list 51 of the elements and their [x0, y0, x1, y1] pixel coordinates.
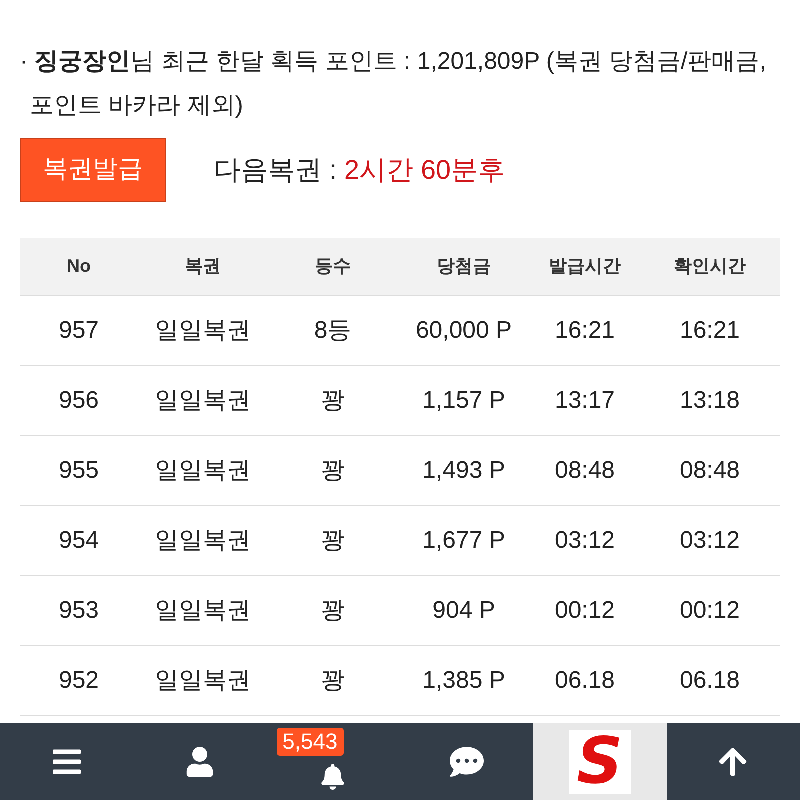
next-lottery-label: 다음복권 : [214, 154, 338, 187]
table-cell-text: 일일복권 [154, 596, 252, 626]
notification-count: 5,543 [276, 728, 344, 756]
table-cell-text: 일일복권 [154, 526, 252, 556]
table-cell-text: 1,385 P [422, 666, 506, 696]
table-cell-text: 꽝 [320, 456, 346, 486]
user-icon [186, 746, 214, 776]
chat-icon [448, 744, 486, 778]
table-cell-text: 952 [58, 666, 100, 696]
table-cell-text: 16:21 [678, 316, 742, 346]
table-cell-text: 06.18 [554, 666, 616, 696]
table-cell-text: 일일복권 [154, 456, 252, 486]
column-header: 복권 [184, 255, 222, 278]
table-cell-text: 일일복권 [154, 316, 252, 346]
column-header: No [66, 255, 92, 278]
table-cell-text: 03:12 [678, 526, 742, 556]
table-cell-text: 꽝 [320, 386, 346, 416]
table-cell-text: 00:12 [678, 596, 742, 626]
next-lottery-time: 2시간 60분후 [344, 154, 506, 187]
table-cell-text: 꽝 [320, 596, 346, 626]
table-cell-text: 꽝 [320, 526, 346, 556]
column-header: 당첨금 [436, 255, 492, 278]
table-cell-text: 06.18 [678, 666, 742, 696]
table-cell-text: 08:48 [678, 456, 742, 486]
table-cell-text: 955 [58, 456, 100, 486]
column-header: 발급시간 [548, 255, 622, 278]
column-header: 등수 [314, 255, 352, 278]
table-cell-text: 00:12 [554, 596, 616, 626]
arrow-up-icon [717, 746, 750, 778]
issue-lottery-button[interactable]: 복권발급 [20, 138, 166, 202]
table-cell-text: 60,000 P [414, 316, 514, 346]
table-cell-text: 954 [58, 526, 100, 556]
table-cell-text: 03:12 [554, 526, 616, 556]
table-cell-text: 꽝 [320, 666, 346, 696]
logo[interactable]: S [568, 730, 631, 794]
table-cell-text: 1,677 P [422, 526, 506, 556]
table-cell-text: 일일복권 [154, 666, 252, 696]
table-cell-text: 13:18 [678, 386, 742, 416]
column-header: 확인시간 [673, 255, 747, 278]
table-cell-text: 957 [58, 316, 100, 346]
table-cell-text: 953 [58, 596, 100, 626]
table-cell-text: 일일복권 [154, 386, 252, 416]
table-cell-text: 13:17 [554, 386, 616, 416]
points-notice: · 징궁장인님 최근 한달 획득 포인트 : 1,201,809P (복권 당첨금/판매금, 포인트 바카라 제외) [20, 47, 768, 121]
table-cell-text: 8등 [313, 316, 353, 346]
table-cell-text: 08:48 [554, 456, 616, 486]
table-cell-text: 16:21 [554, 316, 616, 346]
table-cell-text: 904 P [432, 596, 496, 626]
table-cell-text: 1,493 P [422, 456, 506, 486]
table-cell-text: 956 [58, 386, 100, 416]
table-cell-text: 1,157 P [422, 386, 506, 416]
